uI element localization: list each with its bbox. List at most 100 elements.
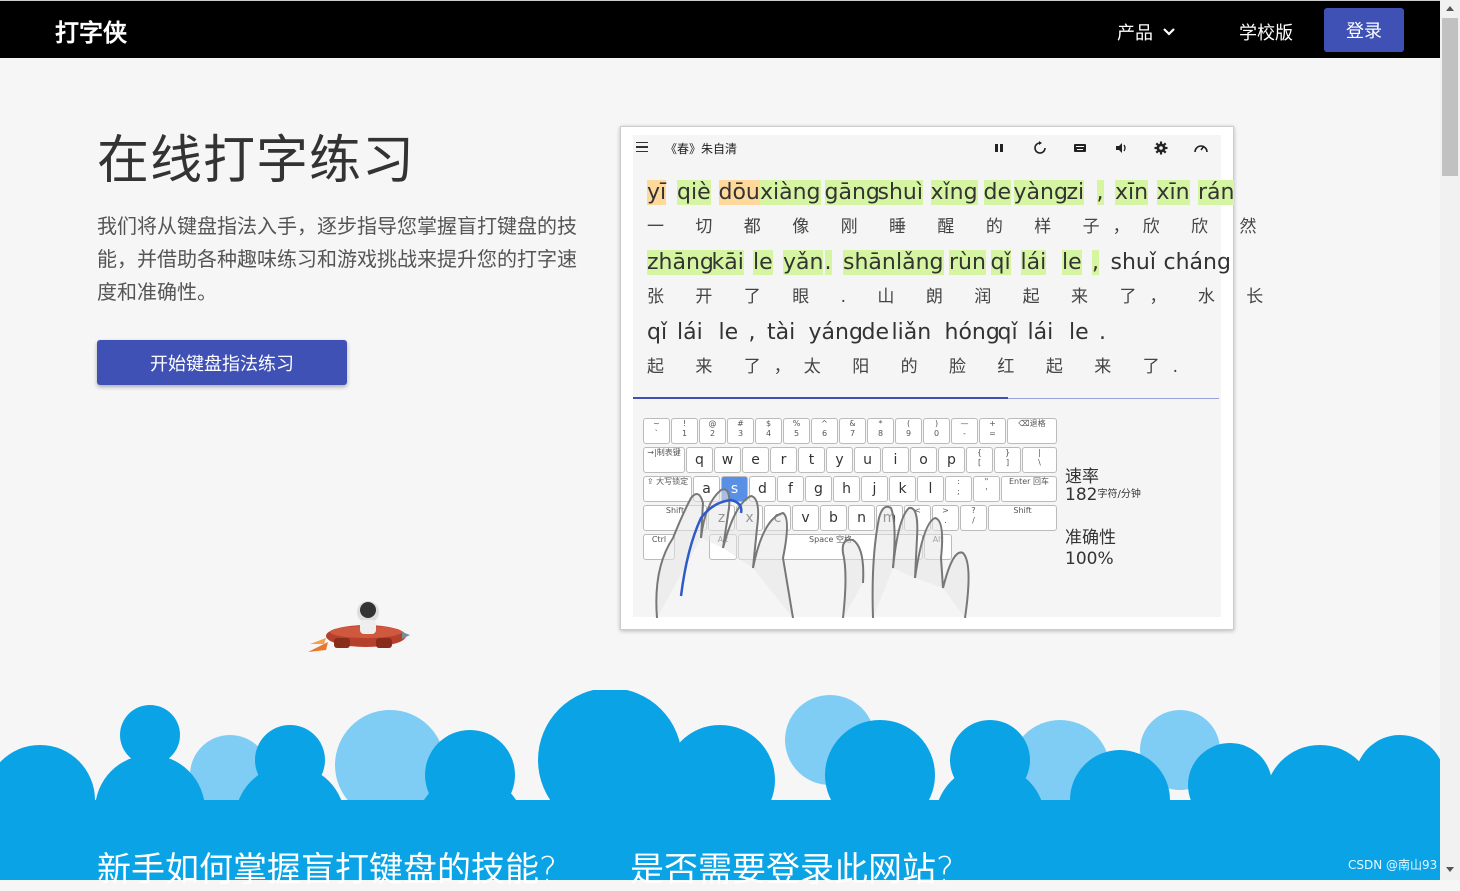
pinyin-token: . (1099, 320, 1106, 345)
key[interactable]: a (693, 476, 720, 502)
key[interactable]: ? / (960, 505, 987, 531)
key[interactable]: s (721, 476, 748, 502)
key[interactable]: c (764, 505, 791, 531)
top-navbar: 打字侠 产品 学校版 登录 (0, 0, 1440, 58)
key[interactable]: {[ (966, 447, 993, 473)
scroll-down-arrow-icon[interactable] (1446, 867, 1454, 872)
speed-number: 182 (1065, 485, 1098, 505)
key[interactable]: h (833, 476, 860, 502)
key[interactable]: & 7 (839, 418, 866, 444)
key[interactable]: d (749, 476, 776, 502)
pinyin-token: xǐng (930, 180, 978, 205)
key[interactable]: (9 (895, 418, 922, 444)
volume-icon[interactable] (1113, 140, 1129, 156)
nav-product-menu[interactable]: 产品 (1117, 19, 1177, 45)
hanzi-line: 一 切 都 像 刚 睡 醒 的 样 子，欣 欣 然 (647, 217, 1270, 237)
key[interactable]: Enter 回车 (1001, 476, 1057, 502)
key[interactable]: r (770, 447, 797, 473)
brand-logo[interactable]: 打字侠 (55, 13, 127, 48)
speed-unit: 字符/分钟 (1097, 489, 1141, 500)
key[interactable]: o (910, 447, 937, 473)
scrollbar-thumb[interactable] (1442, 18, 1458, 176)
faq-heading-2[interactable]: 是否需要登录此网站? (630, 842, 954, 891)
pinyin-token: lái (677, 320, 703, 345)
key[interactable]: x (736, 505, 763, 531)
finger-outline (942, 551, 970, 618)
demo-toolbar: 《春》朱自清 (633, 135, 1221, 161)
key[interactable]: e (742, 447, 769, 473)
key[interactable]: n (848, 505, 875, 531)
pause-icon[interactable] (991, 140, 1007, 156)
key[interactable]: Shift (643, 505, 707, 531)
demo-article-title: 《春》朱自清 (665, 142, 738, 156)
text-line: yī qiè dōu xiàng gāng shuì xǐng de yàng zi, xīn xīn… (647, 180, 1256, 250)
key[interactable]: Alt (924, 534, 952, 560)
pinyin-token: rán (1198, 180, 1235, 205)
pinyin-token: lái (1027, 320, 1054, 345)
key[interactable]: →|制表键 (643, 447, 685, 473)
key[interactable]: $4 (755, 418, 782, 444)
key[interactable]: ) 0 (923, 418, 950, 444)
key[interactable]: ! 1 (671, 418, 698, 444)
key[interactable]: f (777, 476, 804, 502)
key[interactable]: j (861, 476, 888, 502)
typing-text-area[interactable]: yī qiè dōu xiàng gāng shuì xǐng de yàng zi, xīn xīn… (647, 180, 1263, 390)
menu-icon[interactable] (636, 142, 648, 152)
key[interactable]: % 5 (783, 418, 810, 444)
key[interactable]: z (708, 505, 735, 531)
key[interactable]: t (798, 447, 825, 473)
scroll-up-arrow-icon[interactable] (1446, 6, 1454, 11)
pinyin-token: qǐ (997, 320, 1018, 345)
faq-heading-1[interactable]: 新手如何掌握盲打键盘的技能? (97, 842, 557, 891)
login-button[interactable]: 登录 (1324, 8, 1404, 52)
key[interactable]: b (820, 505, 847, 531)
key[interactable]: + = (979, 418, 1006, 444)
key[interactable]: — - (951, 418, 978, 444)
key[interactable]: <, (904, 505, 931, 531)
key[interactable]: | \ (1022, 447, 1057, 473)
key[interactable]: y (826, 447, 853, 473)
key[interactable]: q (686, 447, 713, 473)
pinyin-token: dōu (718, 180, 760, 205)
key[interactable]: #3 (727, 418, 754, 444)
pinyin-token: yǎn (783, 250, 824, 275)
key[interactable]: u (854, 447, 881, 473)
key[interactable]: ~ ` (643, 418, 670, 444)
key[interactable]: Alt (709, 534, 737, 560)
pinyin-token: zhāng (647, 250, 714, 275)
key[interactable]: p (938, 447, 965, 473)
key[interactable]: i (882, 447, 909, 473)
key[interactable]: w (714, 447, 741, 473)
pinyin-token: xiàng (760, 180, 821, 205)
key[interactable]: v (792, 505, 819, 531)
start-practice-button[interactable]: 开始键盘指法练习 (97, 340, 347, 385)
key[interactable]: >. (932, 505, 959, 531)
key[interactable]: Shift (988, 505, 1057, 531)
restart-icon[interactable] (1032, 140, 1048, 156)
key[interactable]: ^ 6 (811, 418, 838, 444)
key[interactable]: m (876, 505, 903, 531)
key[interactable]: Space 空格 (738, 534, 923, 560)
key[interactable]: @2 (699, 418, 726, 444)
key[interactable]: Ctrl (643, 534, 675, 560)
nav-school-link[interactable]: 学校版 (1239, 19, 1293, 45)
text-line: qǐ lái le, tài yáng de liǎn hóng qǐ lái le. 起 来 了，太… (647, 320, 1222, 390)
pinyin-token: de (983, 180, 1011, 205)
pinyin-token: le (753, 250, 773, 275)
speedometer-icon[interactable] (1193, 140, 1209, 156)
pinyin-token: zi (1066, 180, 1085, 205)
key[interactable]: k (889, 476, 916, 502)
key[interactable]: l (917, 476, 944, 502)
settings-icon[interactable] (1153, 140, 1169, 156)
pinyin-token: le (1062, 250, 1082, 275)
key[interactable]: ⌫退格 (1007, 418, 1057, 444)
pinyin-token: . (824, 250, 832, 275)
key[interactable]: }] (994, 447, 1021, 473)
key[interactable]: ⇪ 大写锁定 (643, 476, 692, 502)
key[interactable]: * 8 (867, 418, 894, 444)
key[interactable]: " ' (973, 476, 1000, 502)
key[interactable]: g (805, 476, 832, 502)
pinyin-token: yáng (808, 320, 863, 345)
keyboard-icon[interactable] (1072, 140, 1088, 156)
key[interactable]: :; (945, 476, 972, 502)
